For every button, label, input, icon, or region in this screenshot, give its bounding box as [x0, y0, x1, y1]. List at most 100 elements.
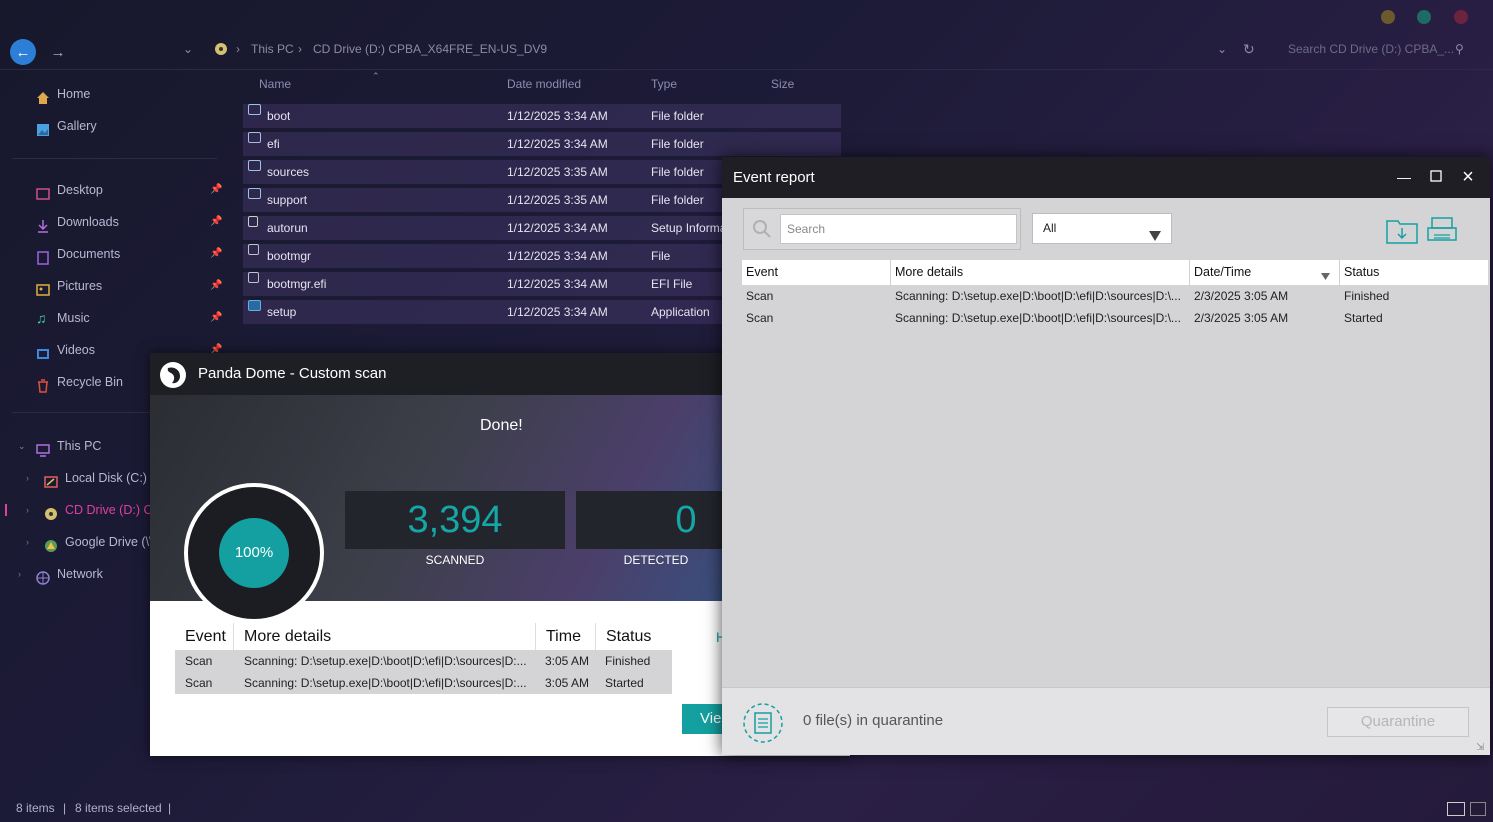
panda-header-event[interactable]: Event	[185, 623, 226, 651]
minimize-button[interactable]	[1381, 10, 1395, 24]
music-icon: ♫	[36, 310, 47, 326]
dropdown-arrow-icon	[1149, 223, 1161, 252]
file-date: 1/12/2025 3:35 AM	[507, 165, 608, 179]
table-row[interactable]: Scan Scanning: D:\setup.exe|D:\boot|D:\e…	[175, 672, 672, 694]
sidebar-label: Gallery	[57, 119, 97, 133]
breadcrumb-this-pc[interactable]: This PC	[251, 34, 294, 70]
sidebar-label: Home	[57, 87, 91, 101]
folder-icon	[248, 104, 261, 115]
dropdown-icon[interactable]: ⌄	[1217, 34, 1227, 70]
header-datetime[interactable]: Date/Time	[1190, 260, 1340, 285]
header-event[interactable]: Event	[742, 260, 891, 285]
file-icon	[248, 272, 259, 283]
sidebar-label: Google Drive (\\	[65, 535, 153, 549]
pin-icon: 📌	[210, 312, 223, 323]
maximize-button[interactable]	[1417, 10, 1431, 24]
search-icon[interactable]: ⚲	[1455, 34, 1464, 70]
panda-header-status[interactable]: Status	[595, 623, 651, 651]
row-details: Scanning: D:\setup.exe|D:\boot|D:\efi|D:…	[244, 676, 527, 690]
chevron-right-icon[interactable]: ›	[26, 528, 29, 556]
cd-icon	[214, 34, 228, 70]
file-date: 1/12/2025 3:34 AM	[507, 305, 608, 319]
column-header-type[interactable]: Type	[651, 70, 677, 98]
back-button[interactable]: ←	[10, 39, 36, 65]
network-icon	[36, 567, 50, 585]
quarantine-button[interactable]: Quarantine	[1327, 707, 1469, 737]
table-row[interactable]: Scan Scanning: D:\setup.exe|D:\boot|D:\e…	[742, 285, 1488, 307]
close-icon[interactable]: ×	[1460, 167, 1476, 187]
file-date: 1/12/2025 3:34 AM	[507, 249, 608, 263]
row-event: Scan	[746, 311, 774, 325]
row-status: Started	[1344, 311, 1383, 325]
chevron-right-icon[interactable]: ›	[18, 560, 21, 588]
print-icon[interactable]	[1426, 217, 1458, 248]
file-type: File folder	[651, 165, 704, 179]
file-date: 1/12/2025 3:34 AM	[507, 137, 608, 151]
sidebar-label: Music	[57, 311, 90, 325]
file-row[interactable]: efi 1/12/2025 3:34 AM File folder	[243, 132, 841, 156]
chevron-right-icon[interactable]: ›	[26, 496, 29, 524]
column-header-date[interactable]: Date modified	[507, 70, 581, 98]
header-details[interactable]: More details	[891, 260, 1190, 285]
event-report-window: Event report — × Search All Event More d…	[722, 157, 1490, 755]
status-bar: 8 items | 8 items selected |	[0, 795, 1493, 822]
file-row[interactable]: boot 1/12/2025 3:34 AM File folder	[243, 104, 841, 128]
sidebar-item-gallery[interactable]: Gallery	[0, 112, 230, 140]
details-view-icon[interactable]	[1447, 802, 1465, 816]
file-type: Setup Informa	[651, 221, 726, 235]
quarantine-count: 0 file(s) in quarantine	[803, 712, 944, 729]
chevron-down-icon[interactable]: ⌄	[18, 432, 26, 460]
table-row[interactable]: Scan Scanning: D:\setup.exe|D:\boot|D:\e…	[175, 650, 672, 672]
gallery-icon	[36, 119, 50, 136]
file-type: Application	[651, 305, 710, 319]
sidebar-item-music[interactable]: ♫ Music 📌	[0, 304, 230, 332]
row-details: Scanning: D:\setup.exe|D:\boot|D:\efi|D:…	[895, 289, 1181, 303]
sidebar-item-home[interactable]: Home	[0, 80, 230, 108]
forward-button[interactable]: →	[45, 39, 71, 65]
table-row[interactable]: Scan Scanning: D:\setup.exe|D:\boot|D:\e…	[742, 307, 1488, 329]
filter-select[interactable]: All	[1032, 213, 1172, 244]
file-date: 1/12/2025 3:34 AM	[507, 221, 608, 235]
folder-icon	[248, 160, 261, 171]
column-header-size[interactable]: Size	[771, 70, 794, 98]
panda-header-time[interactable]: Time	[535, 623, 581, 651]
desktop-icon	[36, 183, 50, 200]
search-input[interactable]: Search CD Drive (D:) CPBA_...	[1278, 38, 1478, 64]
sidebar-label: Local Disk (C:)	[65, 471, 147, 485]
chevron-right-icon[interactable]: ›	[26, 464, 29, 492]
sidebar-item-downloads[interactable]: Downloads 📌	[0, 208, 230, 236]
sidebar-item-documents[interactable]: Documents 📌	[0, 240, 230, 268]
search-icon	[752, 219, 772, 242]
row-status: Finished	[605, 654, 651, 668]
close-button[interactable]	[1454, 10, 1468, 24]
sidebar-divider	[12, 158, 217, 159]
row-details: Scanning: D:\setup.exe|D:\boot|D:\efi|D:…	[244, 654, 527, 668]
progress-percent: 100%	[219, 518, 289, 588]
search-input[interactable]: Search	[780, 214, 1017, 244]
pin-icon: 📌	[210, 248, 223, 259]
refresh-icon[interactable]: ↻	[1243, 34, 1255, 70]
column-header-name[interactable]: Name	[259, 70, 291, 98]
recent-locations-icon[interactable]: ⌄	[183, 34, 193, 70]
export-icon[interactable]	[1386, 217, 1418, 247]
title-bar	[0, 0, 1493, 34]
tiles-view-icon[interactable]	[1470, 802, 1486, 816]
breadcrumb-cd-drive[interactable]: CD Drive (D:) CPBA_X64FRE_EN-US_DV9	[313, 34, 547, 70]
minimize-icon[interactable]: —	[1396, 169, 1412, 185]
panda-header-details[interactable]: More details	[233, 623, 331, 651]
panda-logo-icon	[160, 362, 186, 388]
sidebar-item-desktop[interactable]: Desktop 📌	[0, 176, 230, 204]
file-type: File folder	[651, 137, 704, 151]
disk-icon	[44, 471, 58, 488]
report-title-bar: Event report — ×	[722, 157, 1490, 198]
resize-grip-icon[interactable]: ⇲	[1476, 742, 1484, 753]
cd-icon	[44, 503, 58, 520]
maximize-icon[interactable]	[1428, 169, 1444, 185]
breadcrumb-separator-icon: ›	[236, 42, 240, 56]
row-details: Scanning: D:\setup.exe|D:\boot|D:\efi|D:…	[895, 311, 1181, 325]
header-status[interactable]: Status	[1340, 260, 1488, 285]
sidebar-item-pictures[interactable]: Pictures 📌	[0, 272, 230, 300]
setup-info-icon	[248, 216, 258, 227]
document-icon	[36, 247, 50, 265]
home-icon	[36, 87, 50, 104]
